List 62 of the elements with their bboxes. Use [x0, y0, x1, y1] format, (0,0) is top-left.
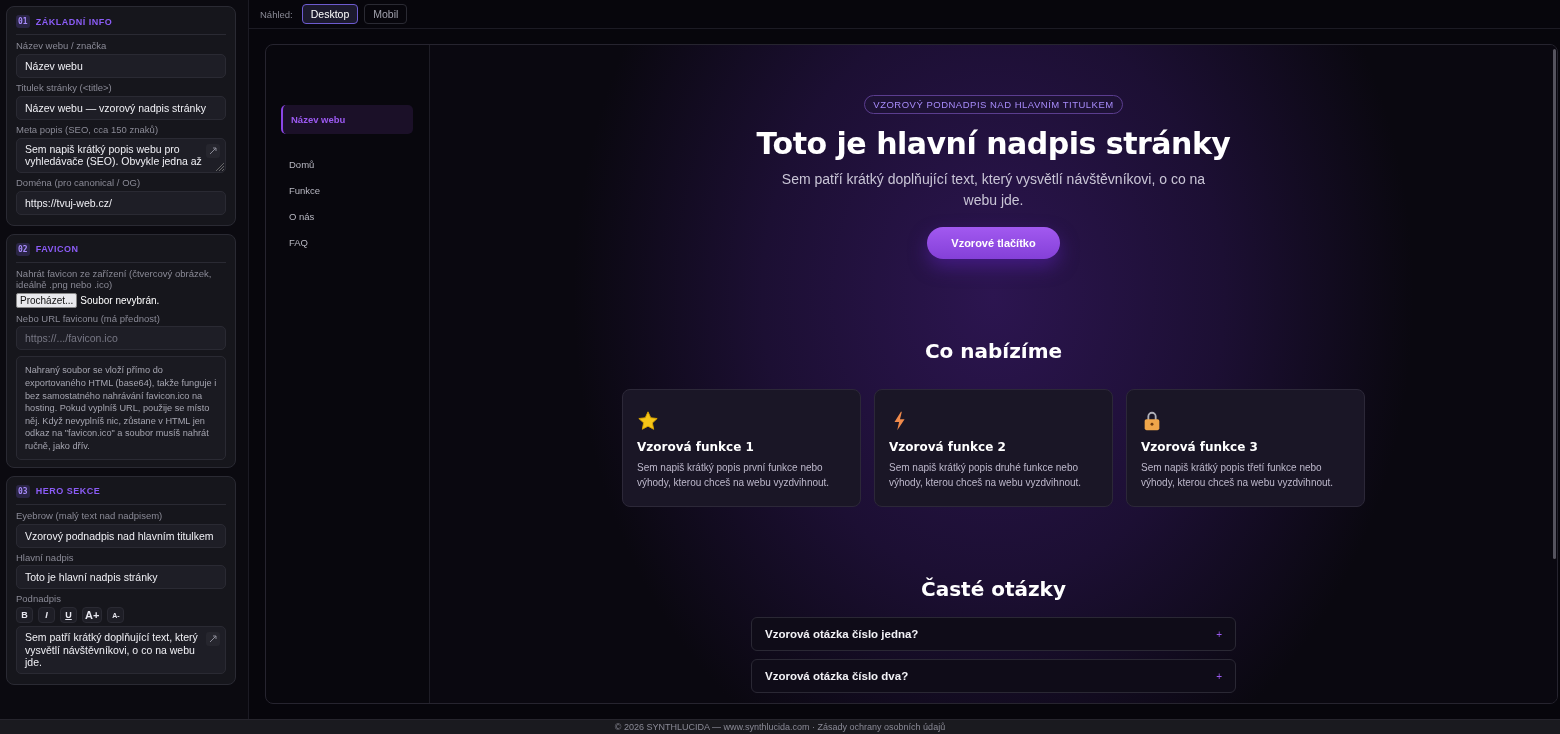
site-brand[interactable]: Název webu [281, 105, 413, 134]
browse-button[interactable]: Procházet... [16, 292, 78, 308]
feature-title: Vzorová funkce 1 [637, 440, 755, 454]
format-button[interactable]: U [60, 607, 77, 624]
feature-text: Sem napiš krátký popis třetí funkce nebo výhody, kterou chceš na webu vyzdvihnout. [1141, 461, 1335, 490]
expand-toggle[interactable]: + [1216, 670, 1222, 682]
textarea-input[interactable]: Sem napiš krátký popis webu pro vyhledávače (SEO). Obvykle jedna až [16, 137, 226, 173]
section-number: 01 [16, 15, 30, 28]
file-status: Soubor nevybrán. [80, 294, 160, 306]
feature-text: Sem napiš krátký popis první funkce nebo výhody, kterou chceš na webu vyzdvihnout. [637, 461, 831, 490]
faq-question: Vzorová otázka číslo dva? [765, 670, 909, 682]
section-title: ZÁKLADNÍ INFO [35, 16, 113, 27]
preview-label: Náhled: [260, 8, 293, 20]
scrollbar[interactable] [1553, 49, 1556, 559]
nav-link[interactable]: Funkce [281, 180, 413, 206]
faq-item[interactable]: Vzorová otázka číslo jedna? + [751, 617, 1236, 651]
nav-link[interactable]: FAQ [281, 232, 413, 258]
field-label: Titulek stránky (<title>) [16, 82, 113, 94]
footer-text: © 2026 SYNTHLUCIDA — www.synthlucida.com · Zásady ochrany osobních údajů [0, 719, 1560, 734]
star-icon [637, 410, 659, 432]
nav-link[interactable]: O nás [281, 206, 413, 232]
field-label: Podnadpis [16, 594, 62, 606]
faq-question: Vzorová otázka číslo jedna? [765, 628, 919, 640]
preview-mode-button[interactable]: Desktop [301, 4, 359, 24]
expand-toggle[interactable]: + [1216, 628, 1222, 640]
expand-icon[interactable] [206, 632, 220, 647]
text-input[interactable]: https://.../favicon.ico [16, 326, 226, 351]
faq-item[interactable]: Vzorová otázka číslo dva? + [751, 659, 1236, 693]
feature-text: Sem napiš krátký popis druhé funkce nebo výhody, kterou chceš na webu vyzdvihnout. [889, 461, 1083, 490]
format-button[interactable]: I [38, 607, 55, 624]
text-input[interactable]: Vzorový podnadpis nad hlavním titulkem [16, 523, 226, 548]
feature-title: Vzorová funkce 3 [1141, 440, 1259, 454]
cta-button[interactable]: Vzorové tlačítko [927, 227, 1060, 259]
text-input[interactable]: https://tvuj-web.cz/ [16, 190, 226, 215]
hero-subtitle: Sem patří krátký doplňující text, který vysvětlí návštěvníkovi, o co na webu jde. [780, 170, 1207, 210]
section-title: FAVICON [35, 244, 79, 255]
resize-grip-icon[interactable] [216, 162, 224, 171]
text-input[interactable]: Název webu [16, 53, 226, 78]
field-label: Název webu / značka [16, 41, 108, 52]
section-number: 02 [16, 242, 30, 256]
hero-title: Toto je hlavní nadpis stránky [756, 126, 1231, 161]
section-number: 03 [16, 484, 30, 498]
field-label: Nahrát favicon ze zařízení (čtvercový obrázek, ideálně .png nebo .ico) [16, 268, 213, 291]
text-input[interactable]: Toto je hlavní nadpis stránky [16, 565, 226, 590]
textarea-input[interactable]: Sem patří krátký doplňující text, který vysvětlí návštěvníkovi, o co na webu jde. [16, 626, 226, 674]
field-label: Doména (pro canonical / OG) [16, 177, 142, 189]
nav-link[interactable]: Domů [281, 154, 413, 180]
field-label: Eyebrow (malý text nad nadpisem) [16, 510, 164, 522]
info-note: Nahraný soubor se vloží přímo do exportovaného HTML (base64), takže funguje i bez samostatného nahrávání favicon.ico na hosting. Pokud vyplníš URL, použije se místo něj. Když nevyplníš nic, zůstane v HTML jen odkaz na "favicon.ico" a soubor musíš nahrát ručně, jako dřív. [16, 356, 226, 460]
eyebrow-badge: VZOROVÝ PODNADPIS NAD HLAVNÍM TITULKEM [864, 95, 1123, 114]
section-title: HERO SEKCE [35, 486, 101, 497]
format-button[interactable]: A+ [82, 607, 103, 624]
field-label: Nebo URL faviconu (má přednost) [16, 313, 161, 325]
section-heading: Co nabízíme [924, 339, 1063, 363]
expand-icon[interactable] [206, 143, 220, 158]
section-heading: Časté otázky [921, 577, 1066, 601]
feature-title: Vzorová funkce 2 [889, 440, 1007, 454]
field-label: Hlavní nadpis [16, 552, 75, 564]
text-input[interactable]: Název webu — vzorový nadpis stránky [16, 95, 226, 120]
preview-mode-button[interactable]: Mobil [364, 4, 408, 24]
field-label: Meta popis (SEO, cca 150 znaků) [16, 124, 160, 136]
format-button[interactable]: B [16, 607, 33, 624]
